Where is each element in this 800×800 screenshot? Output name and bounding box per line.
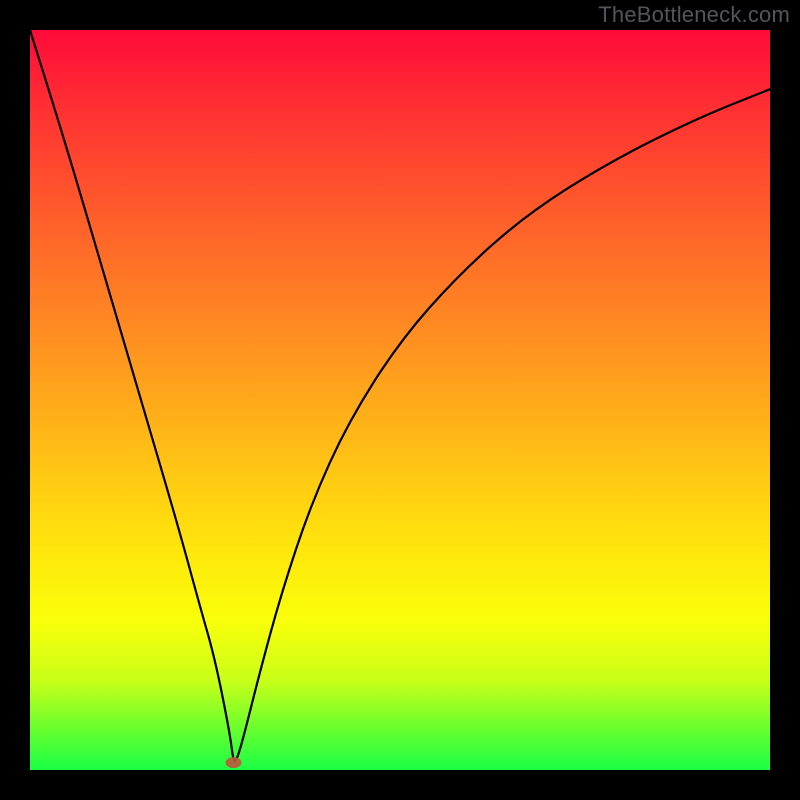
plot-area [30,30,770,770]
watermark-text: TheBottleneck.com [598,2,790,28]
curve-svg [30,30,770,770]
chart-frame: TheBottleneck.com [0,0,800,800]
minimum-marker [226,757,242,768]
bottleneck-curve [30,30,770,761]
